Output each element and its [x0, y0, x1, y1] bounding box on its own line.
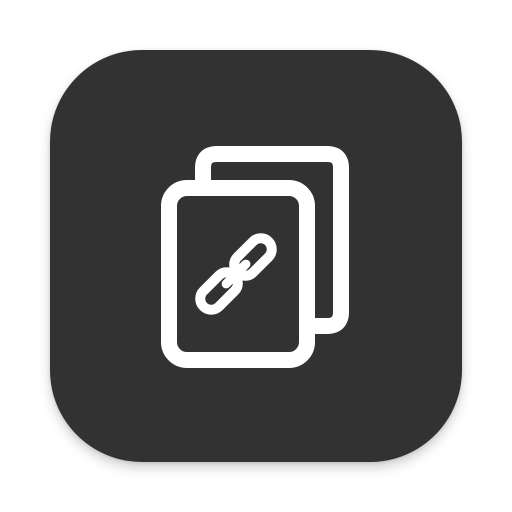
app-icon-canvas [0, 0, 512, 512]
linked-documents-icon [161, 146, 349, 368]
